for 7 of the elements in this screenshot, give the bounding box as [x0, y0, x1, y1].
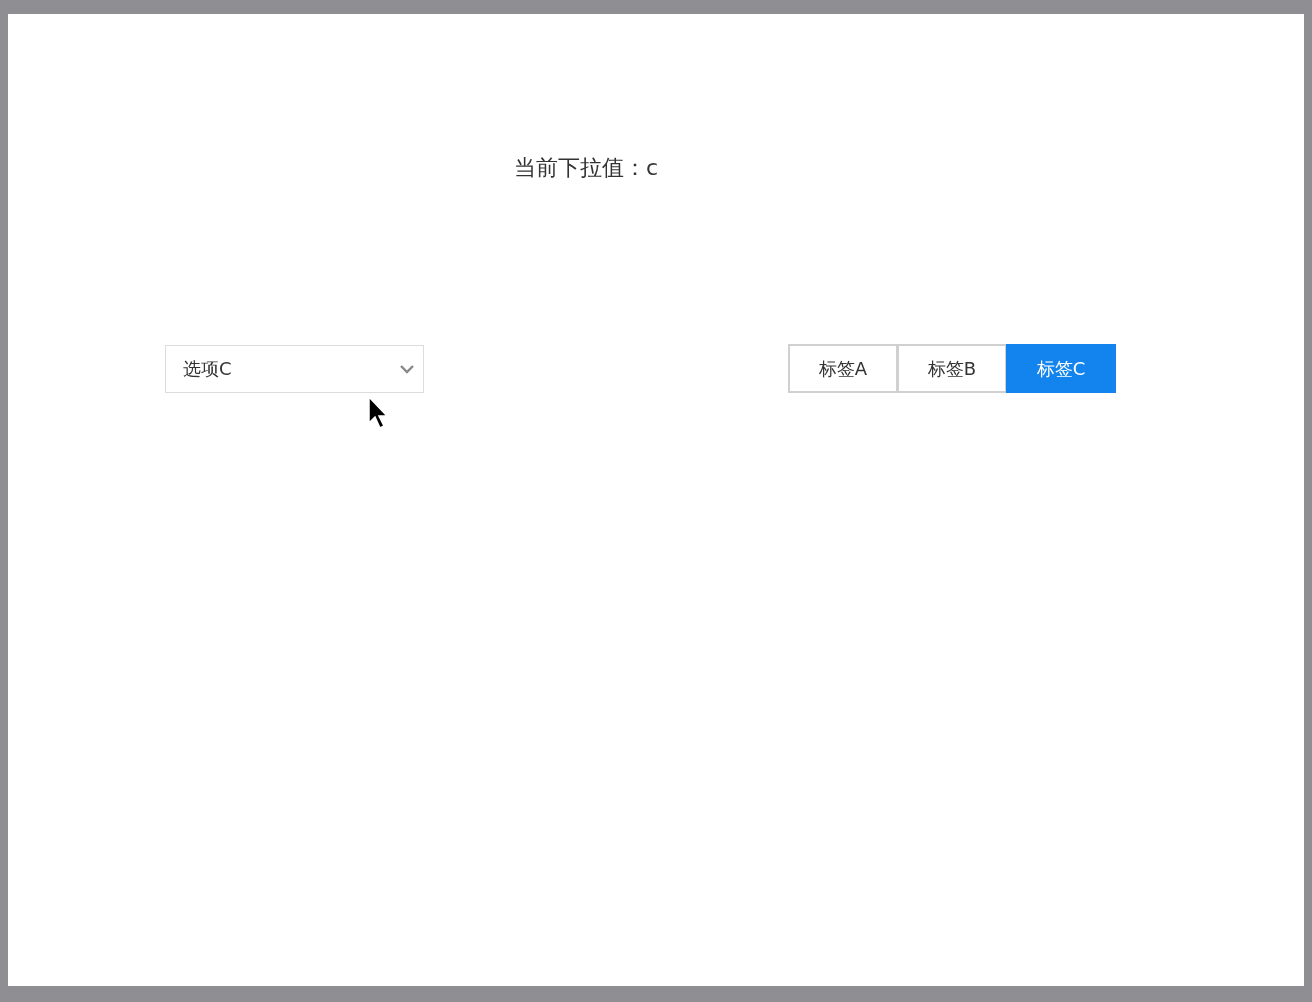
tab[interactable]: 标签B: [897, 344, 1007, 393]
mouse-pointer-icon: [367, 396, 389, 430]
chevron-down-icon: [399, 363, 415, 374]
current-value-text: 当前下拉值：c: [514, 154, 659, 182]
dropdown-select[interactable]: 选项C: [165, 344, 424, 393]
tab[interactable]: 标签A: [788, 344, 898, 393]
tab[interactable]: 标签C: [1006, 344, 1116, 393]
